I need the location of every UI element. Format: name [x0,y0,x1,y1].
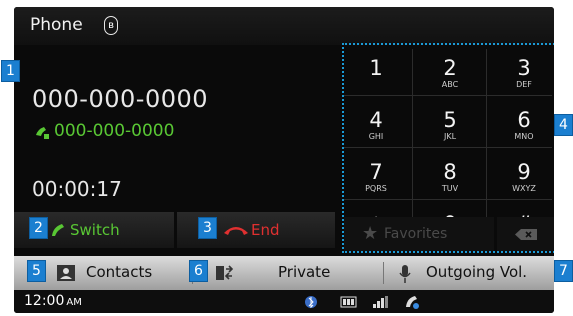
held-call-number: 000-000-0000 [54,121,175,141]
page-title: Phone [30,15,83,35]
private-mode-icon [216,265,233,280]
microphone-icon [399,265,411,283]
callout-badge: 4 [554,114,573,136]
backspace-icon [515,229,537,240]
callout-badge: 7 [554,260,573,282]
battery-icon [340,296,357,308]
contacts-label: Contacts [86,263,153,281]
switch-label: Switch [70,221,120,239]
clock-ampm: AM [66,297,82,308]
callout-badge: 6 [189,260,208,282]
bottom-menu-bar: Contacts Private Outgoing Vol. [14,256,554,290]
call-status-icon [406,296,419,309]
phone-screen: Phone ʙ 000-000-0000 000-000-0000 00:00:… [0,0,573,316]
outgoing-volume-button[interactable]: Outgoing Vol. [384,256,554,290]
bluetooth-icon: ʙ [104,16,118,35]
switch-call-icon [52,224,64,236]
private-button[interactable]: Private [193,256,383,290]
held-call-icon [36,127,49,139]
end-label: End [251,221,280,239]
favorites-label: Favorites [384,226,448,242]
call-timer: 00:00:17 [32,177,122,201]
status-bar: 12:00 AM [14,290,554,313]
clock: 12:00 AM [24,293,82,309]
head-unit-display: Phone ʙ 000-000-0000 000-000-0000 00:00:… [14,7,554,313]
star-icon: ★ [362,223,379,244]
end-call-icon [224,227,248,235]
clock-time: 12:00 [24,293,65,309]
bluetooth-status-icon [305,296,317,309]
private-label: Private [278,263,331,281]
outgoing-vol-label: Outgoing Vol. [426,263,528,281]
callout-badge: 3 [198,217,217,239]
contacts-icon [57,265,75,281]
signal-strength-icon [373,296,388,308]
backspace-button[interactable] [497,217,554,251]
title-bar: Phone ʙ [14,7,554,45]
callout-badge: 1 [1,60,20,82]
favorites-button[interactable]: ★ Favorites [344,217,494,251]
callout-badge: 2 [29,217,48,239]
callout-badge: 5 [27,260,46,282]
call-number: 000-000-0000 [32,85,209,113]
